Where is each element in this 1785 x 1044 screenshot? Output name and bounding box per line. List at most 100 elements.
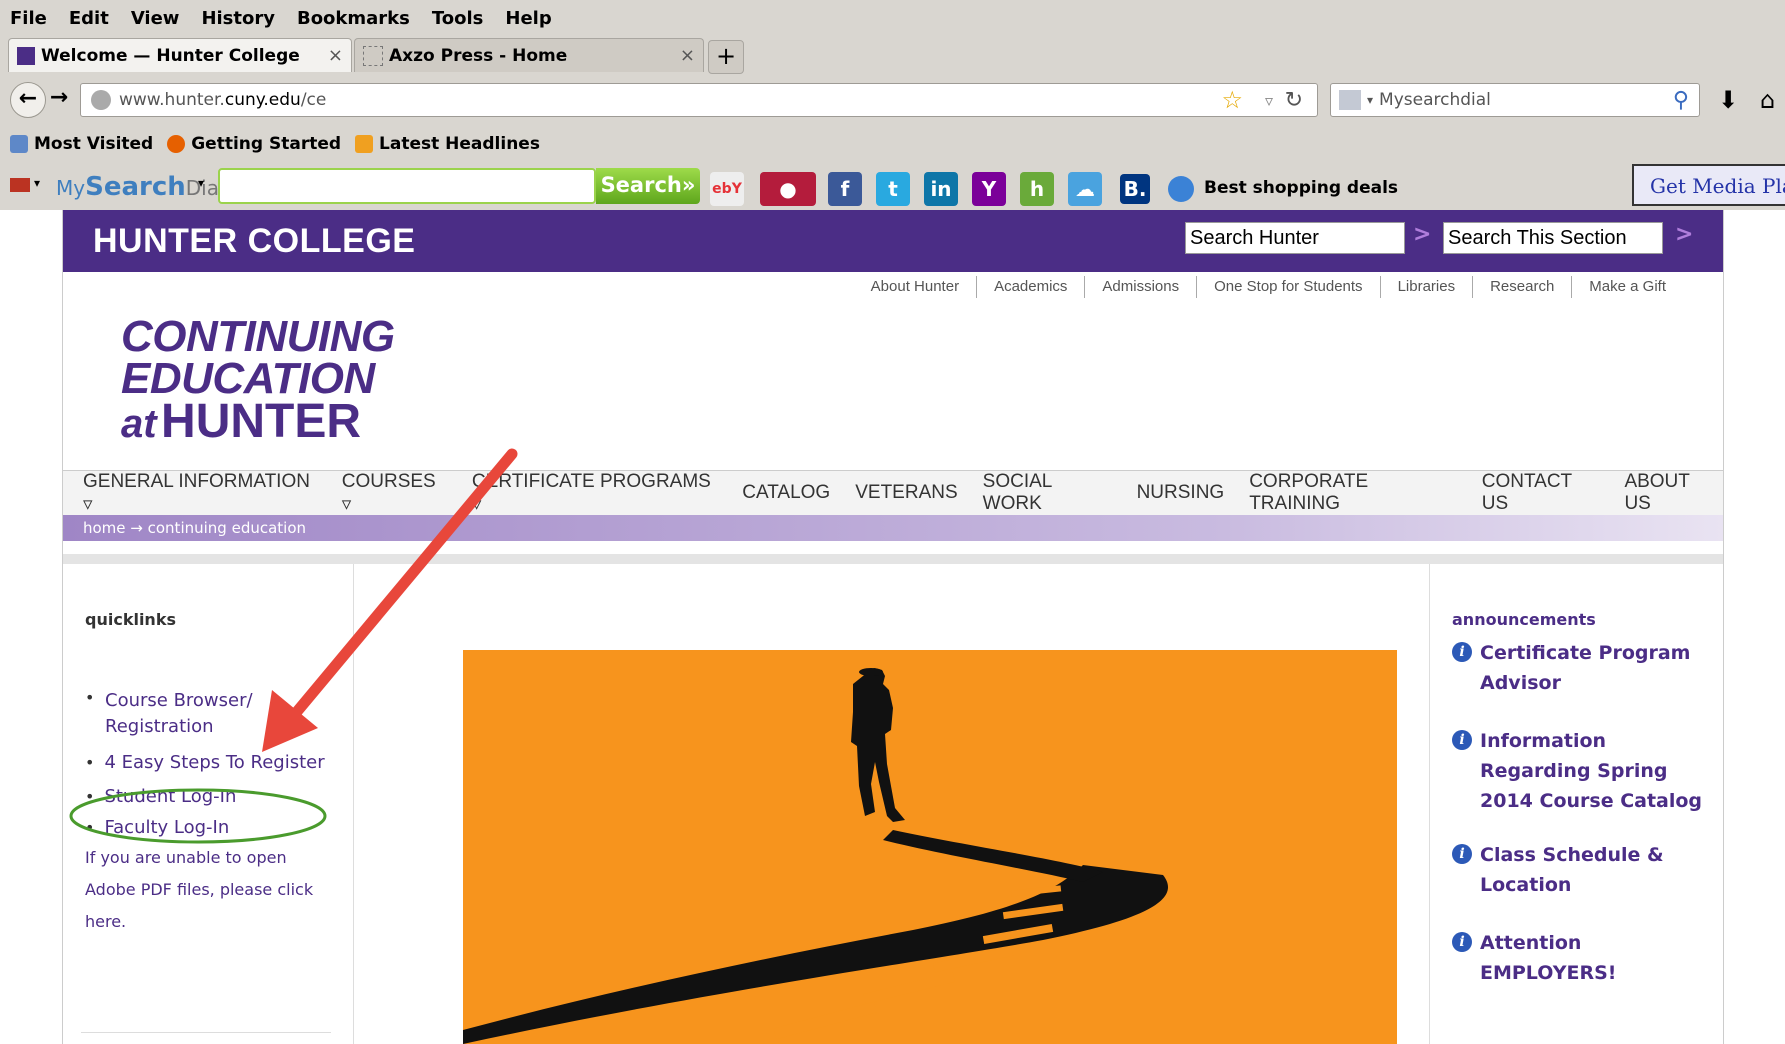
menu-help[interactable]: Help (505, 8, 551, 29)
url-bar[interactable]: www.hunter.cuny.edu/ce ☆ ▿ ↻ (80, 83, 1318, 117)
mysearchdial-input[interactable] (218, 168, 596, 204)
info-icon: i (1452, 642, 1472, 662)
breadcrumb[interactable]: home → continuing education (63, 515, 1723, 541)
h-icon[interactable]: h (1020, 172, 1054, 206)
new-tab-button[interactable]: + (708, 40, 744, 74)
hero-image (463, 650, 1397, 1044)
search-section-input[interactable]: Search This Section (1443, 222, 1663, 254)
main-navigation: GENERAL INFORMATION ▿ COURSES ▿ CERTIFIC… (63, 470, 1723, 515)
search-engine-icon[interactable] (1339, 90, 1361, 110)
nav-veterans[interactable]: VETERANS (855, 482, 957, 504)
menu-file[interactable]: File (10, 8, 47, 29)
flag-icon[interactable] (10, 178, 30, 192)
nav-social-work[interactable]: SOCIAL WORK (983, 471, 1112, 515)
link-one-stop[interactable]: One Stop for Students (1196, 276, 1379, 298)
rss-icon (355, 135, 374, 153)
home-icon[interactable]: ⌂ (1760, 86, 1775, 114)
tab-strip: Welcome — Hunter College × Axzo Press - … (0, 36, 1785, 74)
announcements-heading: announcements (1452, 610, 1596, 629)
best-shopping-deals[interactable]: Best shopping deals (1204, 178, 1398, 198)
info-icon: i (1452, 730, 1472, 750)
link-research[interactable]: Research (1472, 276, 1571, 298)
quicklink-easy-steps[interactable]: • 4 Easy Steps To Register (85, 752, 325, 773)
nav-certificate-programs[interactable]: CERTIFICATE PROGRAMS ▿ (472, 471, 717, 516)
close-tab-icon[interactable]: × (680, 45, 695, 66)
hunter-college-logo[interactable]: HUNTER COLLEGE (93, 222, 415, 261)
nav-catalog[interactable]: CATALOG (742, 482, 830, 504)
bookmark-getting-started[interactable]: Getting Started (167, 134, 341, 154)
announcement-spring-catalog[interactable]: i Information Regarding Spring 2014 Cours… (1452, 726, 1712, 816)
game-icon[interactable]: ● (760, 172, 816, 206)
search-hunter-go-button[interactable]: > (1413, 222, 1431, 247)
quicklinks-sidebar: quicklinks • Course Browser/ Registration… (63, 564, 354, 1044)
ce-logo-line1: CONTINUING (121, 312, 395, 361)
menu-view[interactable]: View (131, 8, 180, 29)
announcement-certificate-advisor[interactable]: i Certificate Program Advisor (1452, 638, 1712, 698)
mysearchdial-search-button[interactable]: Search» (596, 168, 700, 204)
menu-tools[interactable]: Tools (432, 8, 484, 29)
menu-history[interactable]: History (201, 8, 275, 29)
blank-page-icon (363, 45, 383, 66)
link-academics[interactable]: Academics (976, 276, 1084, 298)
globe-icon (91, 90, 111, 110)
search-engine-label: Mysearchdial (1379, 90, 1491, 110)
nav-general-information[interactable]: GENERAL INFORMATION ▿ (83, 471, 317, 516)
dropdown-arrow-icon[interactable]: ▿ (1265, 91, 1273, 110)
bookmark-latest-headlines[interactable]: Latest Headlines (355, 134, 540, 154)
pdf-note[interactable]: If you are unable to open Adobe PDF file… (85, 842, 325, 938)
road-silhouette-illustration (463, 668, 1168, 1044)
weather-icon[interactable]: ☁ (1068, 172, 1102, 206)
link-make-a-gift[interactable]: Make a Gift (1571, 276, 1683, 298)
forward-button[interactable]: → (46, 82, 72, 116)
announcements-sidebar: announcements i Certificate Program Advis… (1429, 564, 1724, 1044)
page-viewport: HUNTER COLLEGE Search Hunter > Search Th… (10, 210, 1775, 1044)
search-hunter-input[interactable]: Search Hunter (1185, 222, 1405, 254)
bookmark-most-visited[interactable]: Most Visited (10, 134, 153, 154)
chevron-down-icon[interactable]: ▾ (1367, 93, 1373, 107)
search-bar[interactable]: ▾ Mysearchdial ⚲ (1330, 83, 1700, 117)
yahoo-icon[interactable]: Y (972, 172, 1006, 206)
tab-axzo[interactable]: Axzo Press - Home × (354, 38, 704, 72)
nav-corporate-training[interactable]: CORPORATE TRAINING (1249, 471, 1457, 515)
shopping-icon[interactable] (1168, 176, 1194, 202)
hunter-favicon-icon (17, 46, 35, 65)
browser-chrome: File Edit View History Bookmarks Tools H… (0, 0, 1785, 210)
chevron-down-icon[interactable]: ▾ (198, 176, 204, 190)
announcement-class-schedule[interactable]: i Class Schedule & Location (1452, 840, 1712, 900)
chevron-down-icon[interactable]: ▾ (34, 176, 40, 190)
quicklink-faculty-login[interactable]: • Faculty Log-In (85, 817, 229, 838)
mysearchdial-toolbar: ▾ MySearchDial ▾ Search» ebY ● f t in Y … (0, 164, 1785, 210)
nav-courses[interactable]: COURSES ▿ (342, 471, 447, 516)
quicklink-student-login[interactable]: • Student Log-In (85, 786, 236, 807)
info-icon: i (1452, 932, 1472, 952)
menu-edit[interactable]: Edit (69, 8, 109, 29)
link-admissions[interactable]: Admissions (1084, 276, 1196, 298)
tab-hunter[interactable]: Welcome — Hunter College × (8, 38, 352, 72)
reload-icon[interactable]: ↻ (1285, 88, 1303, 113)
menu-bookmarks[interactable]: Bookmarks (297, 8, 410, 29)
top-links: About Hunter Academics Admissions One St… (854, 276, 1683, 298)
info-icon: i (1452, 844, 1472, 864)
nav-contact-us[interactable]: CONTACT US (1482, 471, 1600, 515)
nav-nursing[interactable]: NURSING (1137, 482, 1225, 504)
continuing-education-logo[interactable]: CONTINUING EDUCATION at HUNTER (121, 312, 395, 455)
download-icon[interactable]: ⬇ (1718, 86, 1738, 114)
bookmark-star-icon[interactable]: ☆ (1221, 86, 1243, 114)
ce-logo-line3: at HUNTER (121, 395, 362, 448)
magnifier-icon[interactable]: ⚲ (1673, 88, 1689, 113)
ebay-icon[interactable]: ebY (710, 172, 744, 206)
get-media-player-button[interactable]: Get Media Play (1632, 164, 1785, 206)
nav-about-us[interactable]: ABOUT US (1624, 471, 1718, 515)
announcement-employers[interactable]: i Attention EMPLOYERS! (1452, 928, 1712, 988)
back-button[interactable]: ← (10, 82, 46, 118)
linkedin-icon[interactable]: in (924, 172, 958, 206)
ce-logo-line2: EDUCATION (121, 354, 375, 403)
search-section-go-button[interactable]: > (1675, 222, 1693, 247)
link-about-hunter[interactable]: About Hunter (854, 276, 976, 298)
close-tab-icon[interactable]: × (328, 45, 343, 66)
twitter-icon[interactable]: t (876, 172, 910, 206)
facebook-icon[interactable]: f (828, 172, 862, 206)
booking-icon[interactable]: B. (1120, 174, 1150, 204)
link-libraries[interactable]: Libraries (1379, 276, 1473, 298)
quicklink-course-browser[interactable]: • Course Browser/ Registration (85, 688, 305, 740)
